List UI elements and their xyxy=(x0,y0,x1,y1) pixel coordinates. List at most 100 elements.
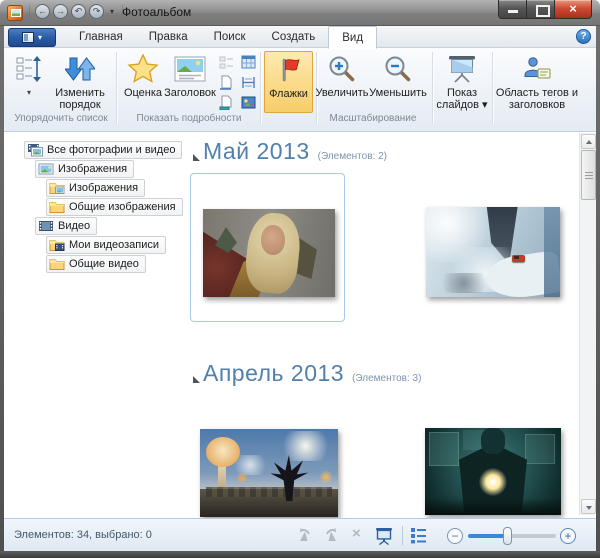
tags-pane-icon xyxy=(522,51,552,87)
detail-filename-toggle[interactable] xyxy=(218,73,235,91)
tree-item-public-pictures[interactable]: Общие изображения xyxy=(46,198,183,216)
tab-sozdat[interactable]: Создать xyxy=(259,26,329,48)
zoom-out-button[interactable]: Уменьшить xyxy=(368,51,428,99)
back-button[interactable]: ← xyxy=(35,4,50,19)
date-table-icon xyxy=(241,55,256,68)
detail-date-toggle[interactable] xyxy=(240,53,257,71)
undo-button[interactable]: ↶ xyxy=(71,4,86,19)
folder-tree: Все фотографии и видео Изображения Изобр… xyxy=(4,133,186,518)
change-order-button[interactable]: Изменить порядок xyxy=(48,51,112,111)
tree-item-my-videos[interactable]: Мои видеозаписи xyxy=(46,236,167,254)
divider xyxy=(402,526,403,545)
forward-icon: → xyxy=(56,6,65,16)
slideshow-small-icon xyxy=(376,528,392,546)
maximize-button[interactable] xyxy=(527,0,555,19)
slideshow-button[interactable]: Показ слайдов ▾ xyxy=(434,51,490,111)
group-count: (Элементов: 3) xyxy=(352,373,422,384)
tree-item-videos[interactable]: Видео xyxy=(35,217,98,235)
zoom-slider-track[interactable] xyxy=(468,534,556,538)
folder-pictures-icon xyxy=(49,183,65,194)
file-menu-icon xyxy=(21,32,34,43)
detail-thumbnail-toggle[interactable] xyxy=(240,93,257,111)
tree-item-all-media[interactable]: Все фотографии и видео xyxy=(24,141,183,159)
ribbon: ▾ Изменить порядок Упорядочить список Оц… xyxy=(4,48,596,132)
tags-pane-label: Область тегов и заголовков xyxy=(495,87,579,111)
caption-button[interactable]: Заголовок xyxy=(162,51,218,99)
qat-customize-button[interactable]: ▾ xyxy=(107,4,117,19)
detail-dimensions-toggle[interactable] xyxy=(240,73,257,91)
flags-toggle-button[interactable]: Флажки xyxy=(264,51,313,113)
filesize-page-icon xyxy=(219,95,232,110)
minimize-button[interactable] xyxy=(498,0,527,19)
thumbnail-fantasy-portrait[interactable] xyxy=(203,209,335,297)
detail-filesize-toggle[interactable] xyxy=(218,93,235,111)
details-view-icon xyxy=(411,528,426,544)
dimensions-icon xyxy=(242,76,255,88)
scrollbar-thumb[interactable] xyxy=(581,150,596,200)
all-media-icon xyxy=(28,144,43,157)
delete-icon: × xyxy=(352,525,361,542)
thumbnail-armored-figure-glow[interactable] xyxy=(425,428,561,515)
app-icon[interactable] xyxy=(7,5,23,21)
delete-button[interactable]: × xyxy=(352,526,361,542)
zoom-in-button[interactable]: Увеличить xyxy=(314,51,370,99)
rating-button[interactable]: Оценка xyxy=(120,51,166,99)
thumbnail-explosion-winged-figure[interactable] xyxy=(200,429,338,517)
main-area: Все фотографии и видео Изображения Изобр… xyxy=(4,133,596,518)
scroll-down-button[interactable] xyxy=(581,499,596,514)
divider xyxy=(492,52,493,124)
rotate-right-icon xyxy=(326,528,337,541)
minus-icon: − xyxy=(451,529,459,543)
divider xyxy=(29,4,30,19)
help-icon: ? xyxy=(580,31,587,42)
group-label-zoom: Масштабирование xyxy=(329,113,417,124)
view-toggle-button[interactable] xyxy=(410,527,428,549)
forward-button[interactable]: → xyxy=(53,4,68,19)
collapse-triangle-icon[interactable] xyxy=(193,154,200,161)
file-menu-button[interactable]: ▾ xyxy=(8,28,56,47)
pictures-icon xyxy=(38,163,54,175)
tree-item-label: Общие изображения xyxy=(69,201,176,213)
rotate-right-button[interactable] xyxy=(322,527,340,549)
rotate-left-icon xyxy=(299,528,310,541)
tree-item-public-videos[interactable]: Общие видео xyxy=(46,255,146,273)
plus-icon: + xyxy=(564,529,572,543)
tab-pravka[interactable]: Правка xyxy=(136,26,201,48)
rotate-left-button[interactable] xyxy=(296,527,314,549)
collapse-triangle-icon[interactable] xyxy=(193,376,200,383)
video-icon xyxy=(39,221,53,231)
tab-vid[interactable]: Вид xyxy=(328,26,378,49)
zoom-out-slider-button[interactable]: − xyxy=(447,528,463,544)
group-title: Апрель 2013 xyxy=(203,360,345,386)
app-window: ← → ↶ ↷ ▾ Фотоальбом × ▾ Главная Правка … xyxy=(0,0,600,558)
close-icon: × xyxy=(569,1,577,16)
zoom-in-icon xyxy=(327,51,357,87)
zoom-slider-thumb[interactable] xyxy=(503,527,512,545)
tab-poisk[interactable]: Поиск xyxy=(201,26,259,48)
sort-order-button[interactable]: ▾ xyxy=(12,51,46,97)
filename-page-icon xyxy=(220,75,232,90)
scroll-up-button[interactable] xyxy=(581,134,596,149)
chevron-down-icon: ▾ xyxy=(26,88,31,97)
zoom-in-label: Увеличить xyxy=(315,87,369,99)
folder-icon xyxy=(49,259,65,270)
thumbnail-snowy-mountain-red-car[interactable] xyxy=(426,207,560,297)
chevron-down-icon: ▾ xyxy=(37,32,42,42)
zoom-out-icon xyxy=(383,51,413,87)
redo-button[interactable]: ↷ xyxy=(89,4,104,19)
tab-strip: Главная Правка Поиск Создать Вид xyxy=(66,26,378,49)
window-controls: × xyxy=(498,0,592,19)
detail-tags-toggle[interactable] xyxy=(218,53,235,71)
tree-item-pictures[interactable]: Изображения xyxy=(35,160,135,178)
tab-glavnaya[interactable]: Главная xyxy=(66,26,136,48)
slideshow-status-button[interactable] xyxy=(374,527,394,550)
tree-item-my-pictures[interactable]: Изображения xyxy=(46,179,146,197)
vertical-scrollbar[interactable] xyxy=(579,133,596,515)
tags-pane-button[interactable]: Область тегов и заголовков xyxy=(494,51,580,111)
help-button[interactable]: ? xyxy=(576,29,591,44)
divider xyxy=(432,52,433,124)
zoom-in-slider-button[interactable]: + xyxy=(560,528,576,544)
status-items-text: Элементов: 34, выбрано: 0 xyxy=(14,529,152,541)
close-button[interactable]: × xyxy=(555,0,592,19)
chevron-down-icon: ▾ xyxy=(109,7,114,16)
